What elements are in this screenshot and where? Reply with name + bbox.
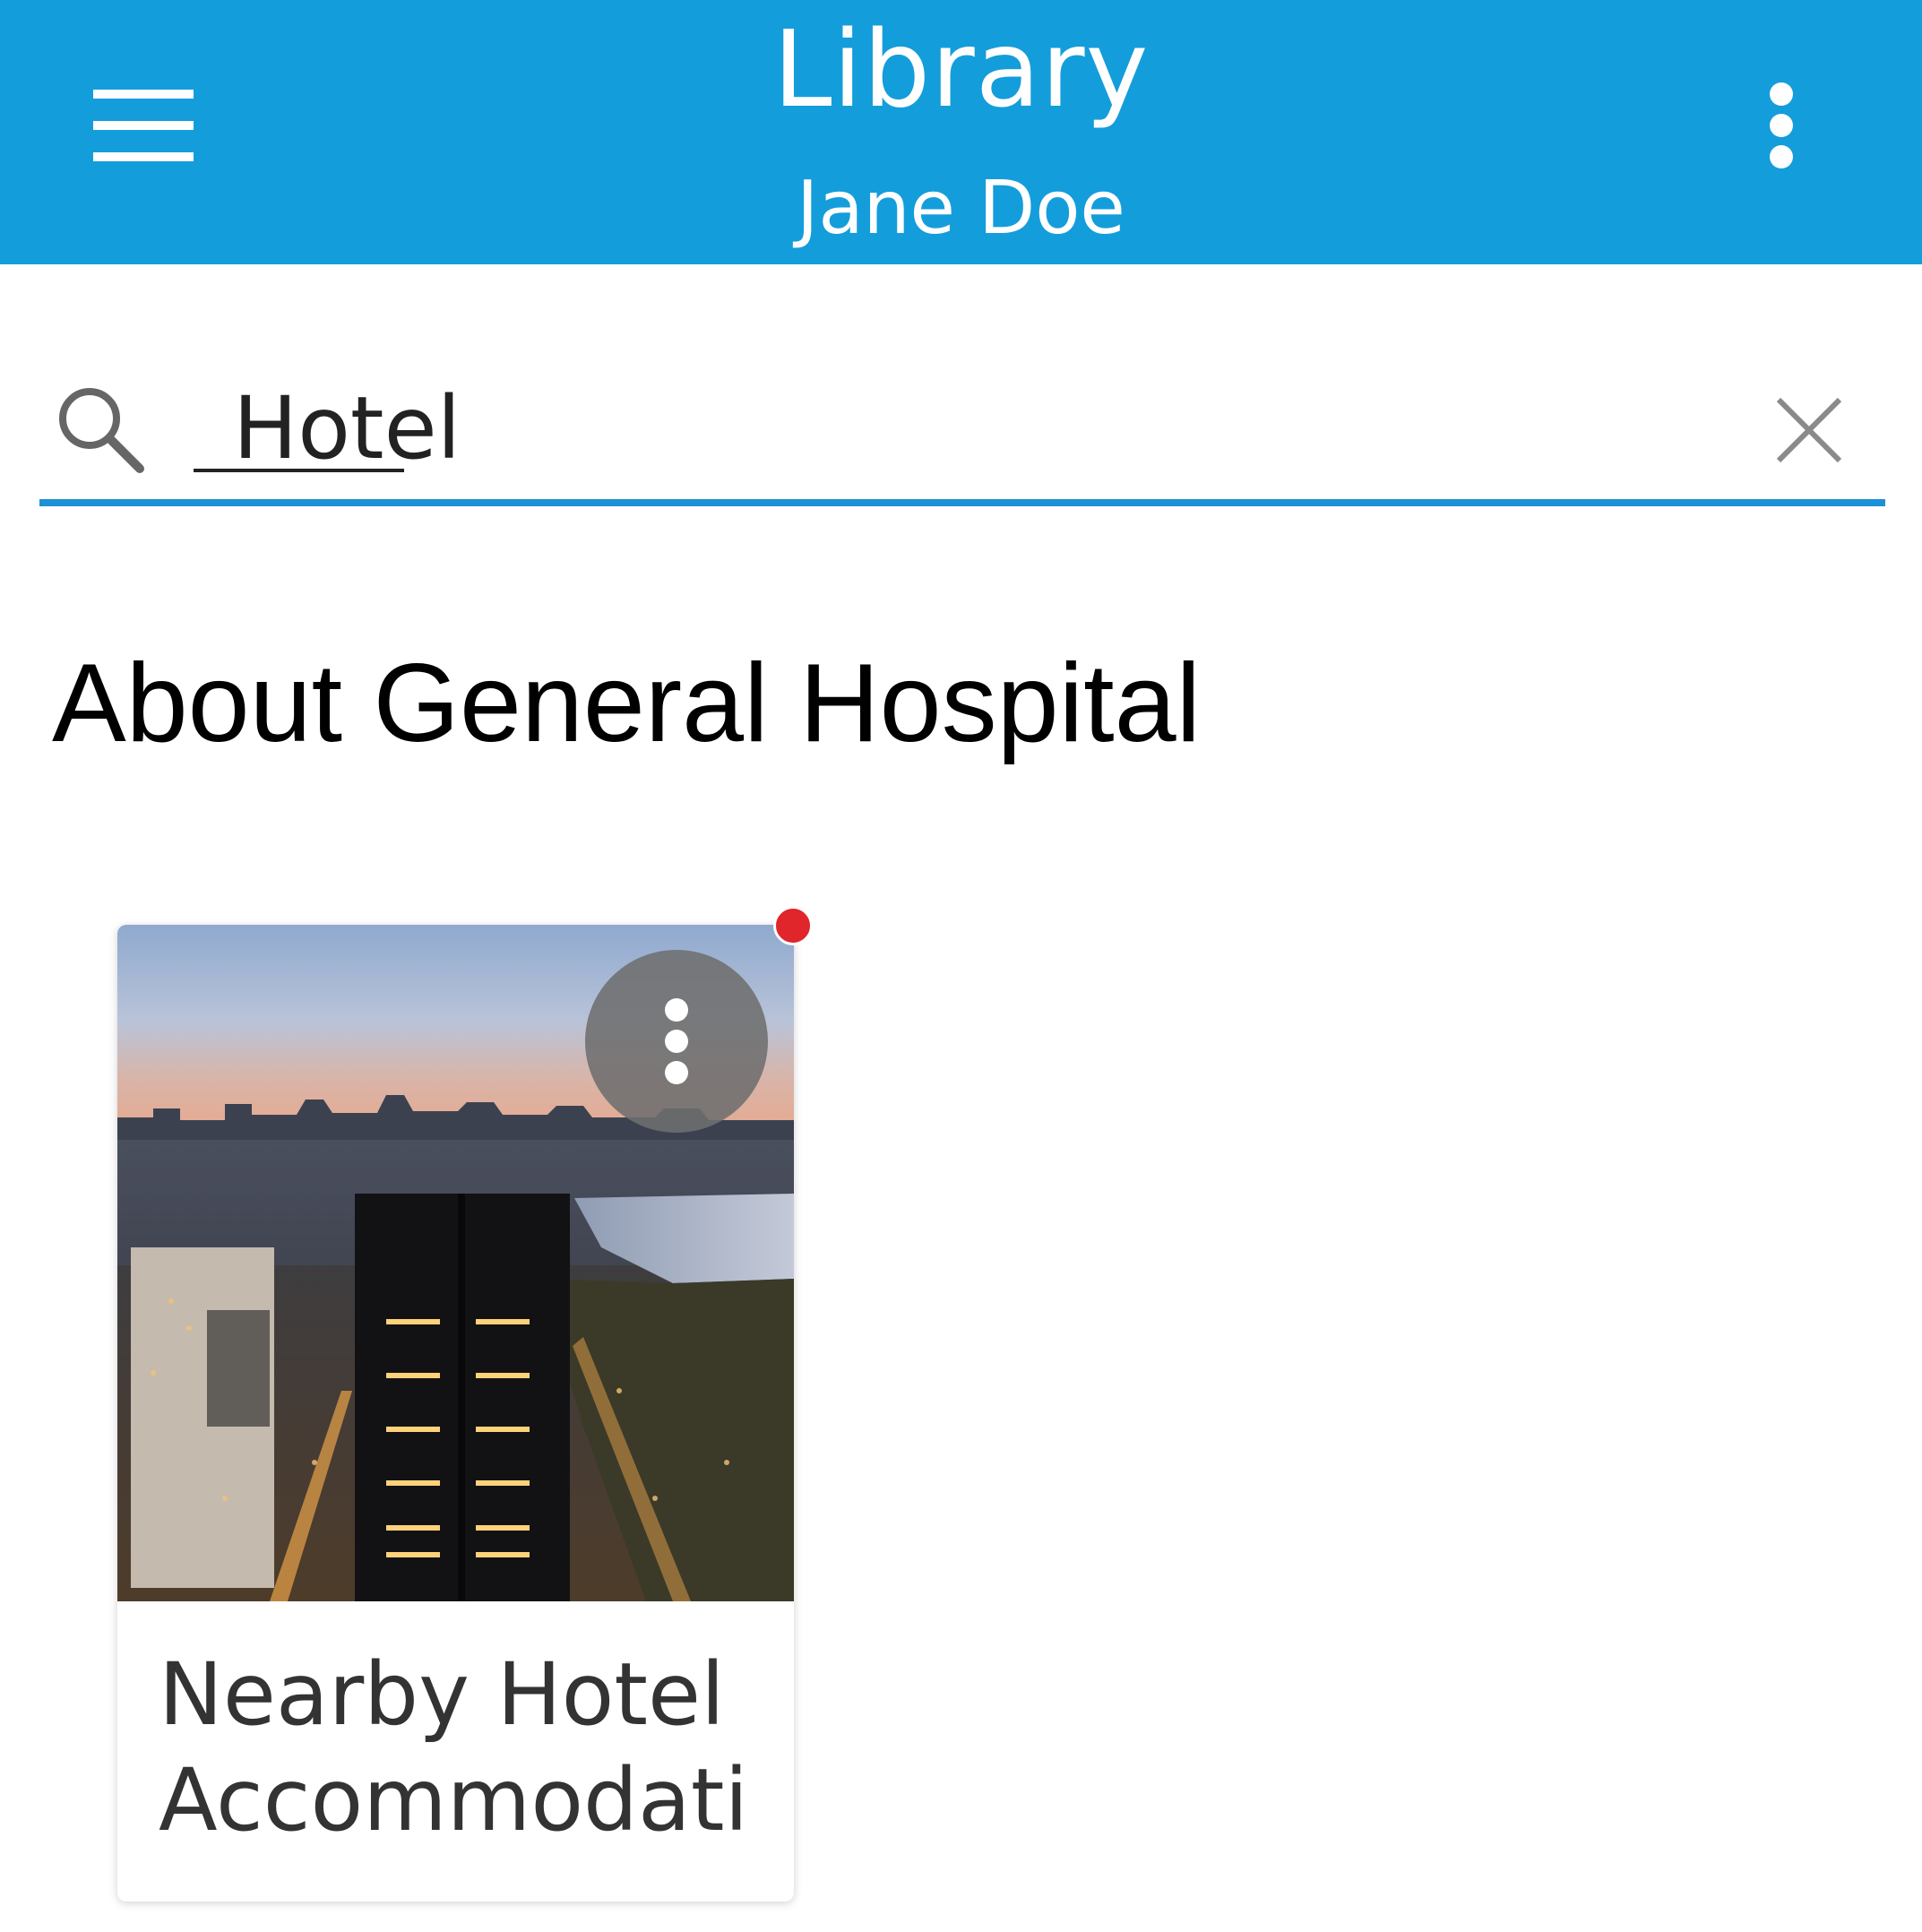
search-icon [59, 388, 144, 473]
search-text-underline [194, 469, 404, 472]
clear-search-button[interactable] [1760, 381, 1858, 479]
overflow-menu-button[interactable] [1738, 67, 1823, 184]
search-underline [39, 499, 1885, 506]
hamburger-menu-icon [93, 90, 194, 161]
app-bar: Library Jane Doe [0, 0, 1922, 264]
card-more-button[interactable] [585, 950, 768, 1133]
notification-badge [773, 906, 813, 945]
more-vertical-icon [665, 998, 688, 1084]
close-icon [1776, 397, 1842, 463]
more-vertical-icon [1769, 82, 1793, 168]
page-title: Library [772, 7, 1150, 131]
menu-button[interactable] [81, 76, 206, 175]
page-subtitle: Jane Doe [797, 166, 1125, 251]
section-title: About General Hospital [52, 642, 1202, 765]
app-bar-titles: Library Jane Doe [0, 0, 1922, 264]
content-card[interactable]: Nearby Hotel Accommodatic [117, 925, 794, 1902]
card-title: Nearby Hotel Accommodatic [159, 1644, 749, 1866]
search-bar [39, 354, 1885, 511]
search-input[interactable] [194, 370, 1717, 487]
